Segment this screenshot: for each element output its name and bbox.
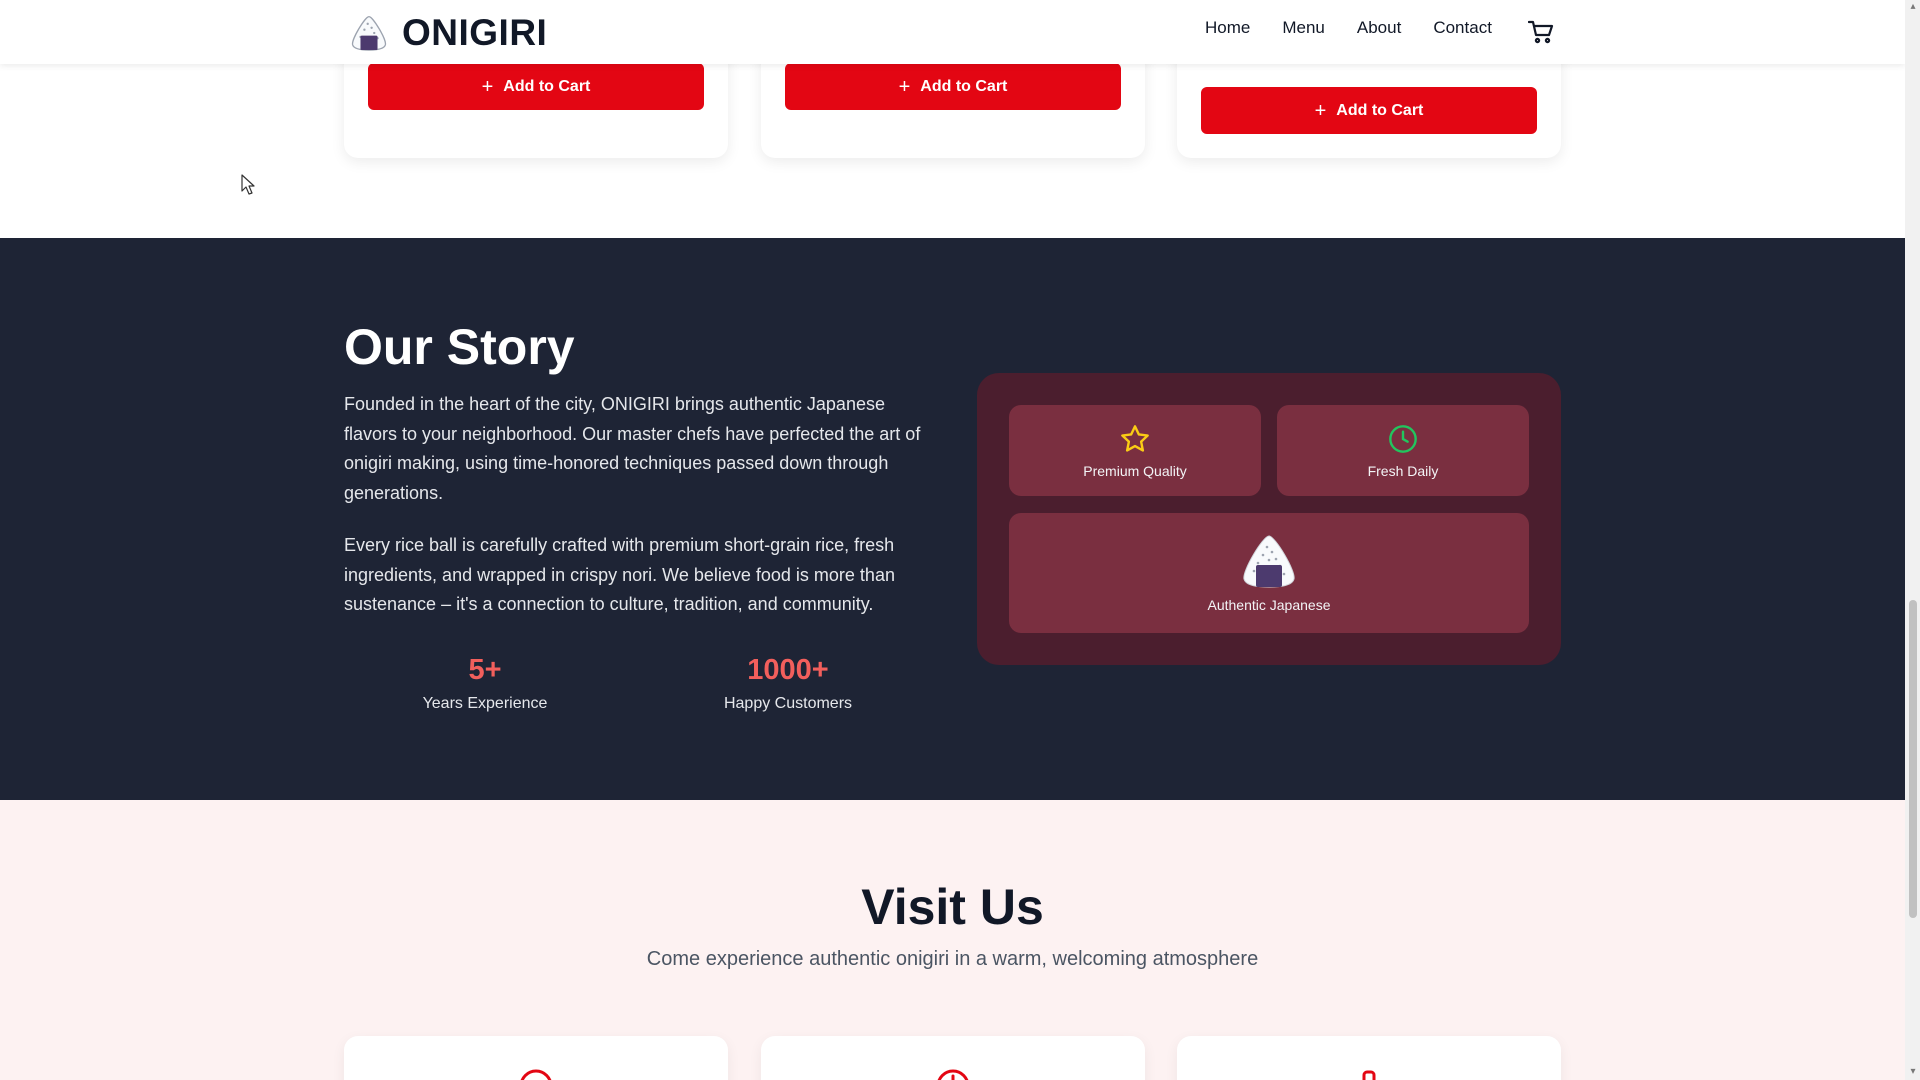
main-nav: Home Menu About Contact	[1205, 18, 1524, 38]
visit-card-contact	[1177, 1036, 1561, 1080]
clock-icon	[937, 1069, 969, 1080]
feature-premium-quality: Premium Quality	[1009, 405, 1261, 496]
onigiri-icon	[1243, 535, 1295, 588]
location-pin-icon	[520, 1069, 552, 1080]
add-to-cart-label: Add to Cart	[1336, 101, 1424, 119]
nav-contact[interactable]: Contact	[1433, 18, 1492, 38]
stat-customers: 1000+ Happy Customers	[638, 654, 938, 713]
nav-menu[interactable]: Menu	[1282, 18, 1325, 38]
nav-home[interactable]: Home	[1205, 18, 1250, 38]
plus-icon: +	[481, 75, 494, 98]
star-icon	[1121, 424, 1149, 452]
add-to-cart-label: Add to Cart	[920, 77, 1008, 95]
page-scrollbar[interactable]: ▴ ▾	[1905, 0, 1920, 1080]
scroll-thumb[interactable]	[1909, 600, 1917, 918]
mouse-cursor-icon	[241, 174, 255, 195]
story-paragraph-2: Every rice ball is carefully crafted wit…	[344, 535, 895, 614]
features-panel: Premium Quality Fresh Daily Authentic Ja…	[977, 373, 1561, 665]
visit-card-location	[344, 1036, 728, 1080]
nav-about[interactable]: About	[1357, 18, 1401, 38]
feature-label: Authentic Japanese	[1207, 597, 1331, 613]
stat-value: 1000+	[747, 654, 829, 686]
visit-title: Visit Us	[861, 879, 1044, 935]
plus-icon: +	[898, 75, 911, 98]
add-to-cart-button[interactable]: + Add to Cart	[368, 63, 704, 110]
visit-card-hours	[761, 1036, 1145, 1080]
plus-icon: +	[1314, 99, 1327, 122]
scroll-up-arrow[interactable]: ▴	[1908, 2, 1918, 12]
story-title: Our Story	[344, 319, 575, 375]
visit-us-section: Visit Us Come experience authentic onigi…	[0, 800, 1905, 1080]
add-to-cart-button[interactable]: + Add to Cart	[785, 63, 1121, 110]
stat-label: Happy Customers	[723, 695, 853, 712]
stat-value: 5+	[468, 654, 502, 686]
add-to-cart-label: Add to Cart	[503, 77, 591, 95]
visit-subtitle: Come experience authentic onigiri in a w…	[646, 948, 1259, 970]
brand-logo[interactable]: ONIGIRI	[350, 12, 547, 54]
feature-fresh-daily: Fresh Daily	[1277, 405, 1529, 496]
page-viewport: + Add to Cart + Add to Cart seasoning + …	[0, 0, 1905, 1080]
stat-years: 5+ Years Experience	[335, 654, 635, 713]
scroll-down-arrow[interactable]: ▾	[1908, 1067, 1918, 1077]
feature-authentic-japanese: Authentic Japanese	[1009, 513, 1529, 633]
clock-icon	[1389, 424, 1417, 453]
stat-label: Years Experience	[422, 695, 548, 712]
phone-icon	[1362, 1070, 1376, 1080]
shopping-cart-icon[interactable]	[1528, 20, 1554, 44]
onigiri-logo-icon	[351, 15, 387, 51]
site-header: ONIGIRI Home Menu About Contact	[0, 0, 1905, 64]
feature-label: Premium Quality	[1083, 462, 1187, 479]
story-paragraph-1: Founded in the heart of the city, ONIGIR…	[344, 394, 921, 503]
our-story-section: Our Story Founded in the heart of the ci…	[0, 238, 1905, 800]
add-to-cart-button[interactable]: + Add to Cart	[1201, 87, 1537, 134]
feature-label: Fresh Daily	[1367, 462, 1439, 479]
brand-name: ONIGIRI	[402, 12, 548, 53]
